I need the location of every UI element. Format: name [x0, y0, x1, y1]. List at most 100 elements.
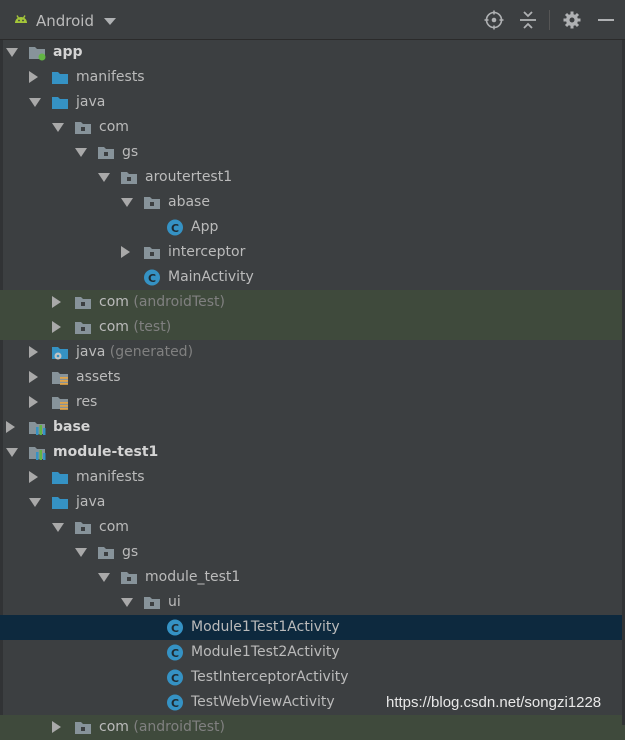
expand-arrow-right-icon[interactable] [29, 371, 38, 383]
tree-row-label: java [76, 90, 105, 115]
package-icon [121, 172, 137, 184]
tree-row-name: java [76, 494, 106, 510]
tree-row[interactable]: java (generated) [0, 340, 625, 365]
expand-arrow-down-icon[interactable] [29, 498, 41, 507]
tree-row[interactable]: res [0, 390, 625, 415]
library-module-icon [29, 447, 46, 460]
tree-row-name: com [99, 294, 129, 310]
tree-row[interactable]: C Module1Test1Activity [0, 615, 625, 640]
target-icon[interactable] [484, 10, 504, 30]
tree-row[interactable]: assets [0, 365, 625, 390]
tree-row-label: module_test1 [145, 565, 240, 590]
expand-arrow-down-icon[interactable] [52, 123, 64, 132]
expand-arrow-right-icon[interactable] [52, 296, 61, 308]
expand-arrow-down-icon[interactable] [121, 598, 133, 607]
tree-row-name: TestInterceptorActivity [191, 669, 349, 685]
tree-row[interactable]: C MainActivity [0, 265, 625, 290]
source-folder-icon [52, 97, 68, 109]
tree-row-name: res [76, 394, 98, 410]
tree-row-suffix: (androidTest) [128, 294, 225, 310]
expand-arrow-down-icon[interactable] [52, 523, 64, 532]
tree-row[interactable]: C App [0, 215, 625, 240]
package-icon [75, 297, 91, 309]
package-icon [75, 722, 91, 734]
tree-row-label: app [53, 40, 83, 65]
collapse-icon[interactable] [518, 10, 538, 30]
tree-row-label: MainActivity [168, 265, 254, 290]
tree-row[interactable]: module_test1 [0, 565, 625, 590]
expand-arrow-down-icon[interactable] [98, 573, 110, 582]
tree-row-label: Module1Test1Activity [191, 615, 340, 640]
tree-row[interactable]: com [0, 515, 625, 540]
tree-row-name: Module1Test1Activity [191, 619, 340, 635]
expand-arrow-right-icon[interactable] [29, 346, 38, 358]
tree-row[interactable]: app [0, 40, 625, 65]
class-icon: C [167, 669, 183, 686]
tree-row[interactable]: interceptor [0, 240, 625, 265]
expand-arrow-right-icon[interactable] [6, 421, 15, 433]
expand-arrow-down-icon[interactable] [75, 148, 87, 157]
tree-row[interactable]: ui [0, 590, 625, 615]
tree-row-name: app [53, 44, 83, 60]
tree-row[interactable]: com [0, 115, 625, 140]
expand-arrow-down-icon[interactable] [75, 548, 87, 557]
tree-row-label: java (generated) [76, 340, 193, 365]
svg-text:C: C [148, 272, 156, 285]
tree-row[interactable]: gs [0, 540, 625, 565]
tree-row[interactable]: com (test) [0, 315, 625, 340]
gear-icon[interactable] [562, 10, 582, 30]
class-icon: C [167, 219, 183, 236]
library-module-icon [29, 422, 46, 435]
tree-row-label: App [191, 215, 218, 240]
expand-arrow-right-icon[interactable] [52, 321, 61, 333]
tree-row[interactable]: com (androidTest) [0, 715, 625, 740]
tree-row-name: com [99, 719, 129, 735]
minimize-icon[interactable] [596, 10, 616, 30]
tree-row-name: gs [122, 544, 139, 560]
source-folder-icon [52, 497, 68, 509]
tree-row[interactable]: base [0, 415, 625, 440]
tree-row[interactable]: module-test1 [0, 440, 625, 465]
tree-row-label: module-test1 [53, 440, 158, 465]
tree-row-name: java [76, 344, 106, 360]
tree-row-label: com (androidTest) [99, 715, 225, 740]
tree-row[interactable]: manifests [0, 465, 625, 490]
project-toolbar: Android [0, 0, 625, 40]
package-icon [75, 322, 91, 334]
tree-row[interactable]: C Module1Test2Activity [0, 640, 625, 665]
tree-row-name: base [53, 419, 91, 435]
tree-row-name: App [191, 219, 219, 235]
tree-row[interactable]: aroutertest1 [0, 165, 625, 190]
package-icon [75, 522, 91, 534]
tree-row[interactable]: abase [0, 190, 625, 215]
tree-row[interactable]: java [0, 90, 625, 115]
expand-arrow-right-icon[interactable] [29, 71, 38, 83]
tree-row[interactable]: manifests [0, 65, 625, 90]
tree-row[interactable]: C TestInterceptorActivity [0, 665, 625, 690]
expand-arrow-down-icon[interactable] [6, 448, 18, 457]
tree-row-name: abase [168, 194, 210, 210]
expand-arrow-down-icon[interactable] [121, 198, 133, 207]
expand-arrow-down-icon[interactable] [29, 98, 41, 107]
expand-arrow-down-icon[interactable] [6, 48, 18, 57]
tree-row[interactable]: gs [0, 140, 625, 165]
generated-folder-icon [52, 347, 68, 360]
tree-row-label: abase [168, 190, 210, 215]
expand-arrow-right-icon[interactable] [29, 396, 38, 408]
tree-row-label: aroutertest1 [145, 165, 232, 190]
watermark-text: https://blog.csdn.net/songzi1228 [386, 694, 602, 711]
tree-row-label: TestWebViewActivity [191, 690, 335, 715]
class-icon: C [167, 644, 183, 661]
tree-row-label: ui [168, 590, 181, 615]
view-selector[interactable]: Android [12, 9, 116, 33]
expand-arrow-right-icon[interactable] [121, 246, 130, 258]
expand-arrow-right-icon[interactable] [29, 471, 38, 483]
svg-text:C: C [171, 222, 179, 235]
tree-row[interactable]: com (androidTest) [0, 290, 625, 315]
svg-text:C: C [171, 622, 179, 635]
tree-row-name: assets [76, 369, 121, 385]
expand-arrow-right-icon[interactable] [52, 721, 61, 733]
tree-row[interactable]: java [0, 490, 625, 515]
expand-arrow-down-icon[interactable] [98, 173, 110, 182]
package-icon [144, 247, 160, 259]
